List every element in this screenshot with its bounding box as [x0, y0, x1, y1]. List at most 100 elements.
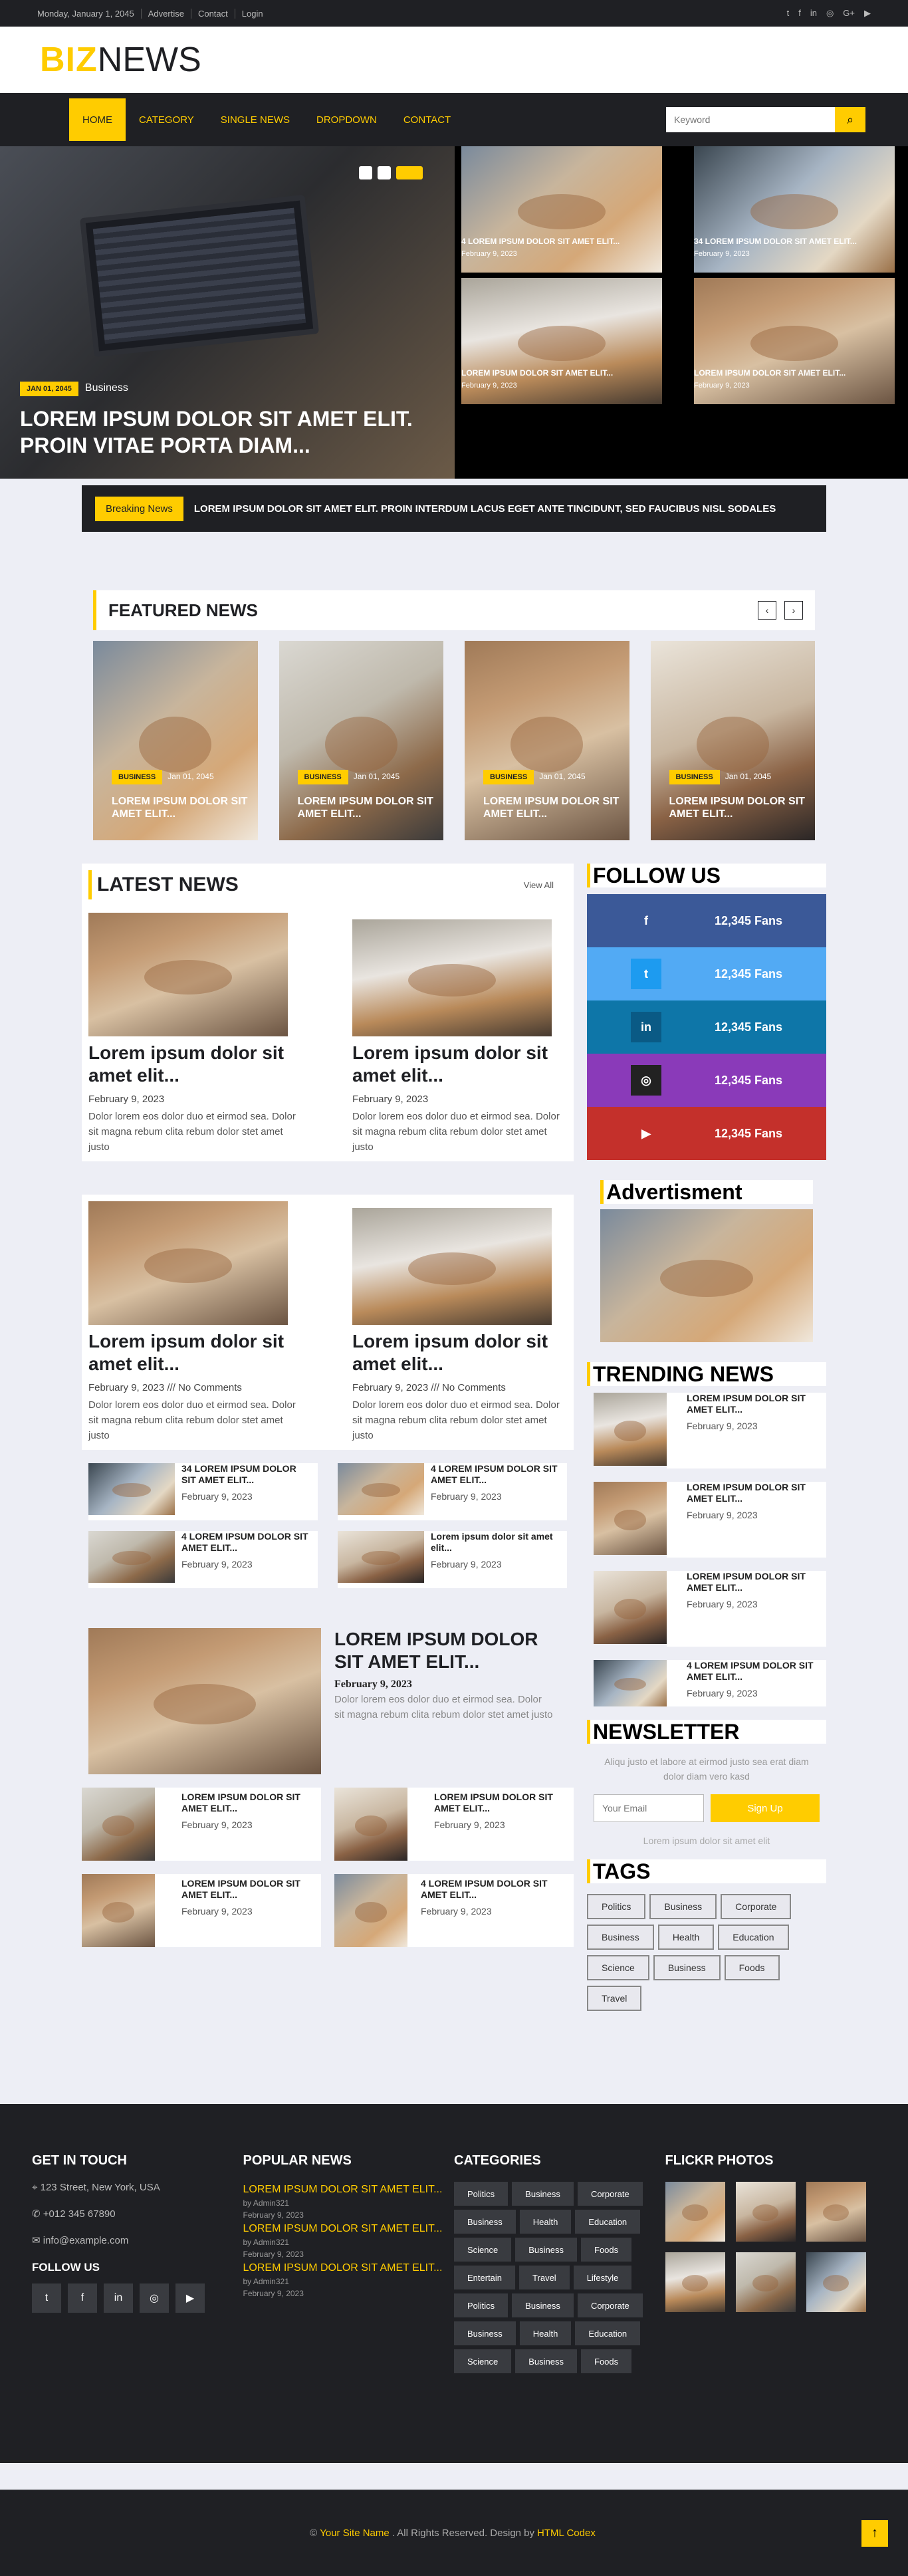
bottom-news-title[interactable]: 4 LOREM IPSUM DOLOR SIT AMET ELIT...	[421, 1878, 567, 1901]
category-item[interactable]: Business	[515, 2349, 577, 2373]
instagram-icon[interactable]: ◎	[826, 8, 834, 19]
trending-item-title[interactable]: LOREM IPSUM DOLOR SIT AMET ELIT...	[687, 1393, 826, 1415]
trending-item[interactable]: LOREM IPSUM DOLOR SIT AMET ELIT... Februa…	[594, 1571, 826, 1647]
follow-twitter[interactable]: t 12,345 Fans	[587, 947, 826, 1000]
flickr-photo[interactable]	[665, 2252, 725, 2312]
popular-item-title[interactable]: LOREM IPSUM DOLOR SIT AMET ELIT...	[243, 2221, 455, 2236]
logo-biz[interactable]: BIZ	[40, 40, 98, 80]
featured-badge[interactable]: BUSINESS	[669, 770, 720, 784]
view-all-link[interactable]: View All	[524, 880, 567, 890]
article-title[interactable]: Lorem ipsum dolor sit amet elit...	[88, 1330, 303, 1375]
logo-news[interactable]: NEWS	[98, 40, 201, 80]
featured-card[interactable]: BUSINESS Jan 01, 2045 LOREM IPSUM DOLOR SI…	[93, 641, 258, 840]
article-card[interactable]: Lorem ipsum dolor sit amet elit... Februa…	[88, 1201, 303, 1443]
tag-item[interactable]: Science	[587, 1955, 649, 1980]
hero-category[interactable]: Business	[85, 382, 128, 394]
category-item[interactable]: Health	[519, 2321, 572, 2345]
hero-tile-title[interactable]: Lorem ipsum dolor sit amet elit...	[461, 368, 658, 378]
category-item[interactable]: Business	[512, 2293, 574, 2317]
category-item[interactable]: Health	[519, 2210, 572, 2234]
small-news-item[interactable]: 4 LOREM IPSUM DOLOR SIT AMET ELIT... Febr…	[88, 1531, 318, 1588]
flickr-photo[interactable]	[806, 2252, 866, 2312]
bottom-news-item[interactable]: LOREM IPSUM DOLOR SIT AMET ELIT... Februa…	[82, 1788, 321, 1861]
chevron-right-icon[interactable]: ›	[784, 601, 803, 620]
article-title[interactable]: Lorem ipsum dolor sit amet elit...	[88, 1042, 303, 1087]
hero-tile-title[interactable]: Lorem ipsum dolor sit amet elit...	[694, 368, 891, 378]
category-item[interactable]: Travel	[519, 2266, 570, 2289]
bottom-news-item[interactable]: 4 LOREM IPSUM DOLOR SIT AMET ELIT... Febr…	[334, 1874, 574, 1947]
follow-youtube[interactable]: ▶ 12,345 Fans	[587, 1107, 826, 1160]
article-title[interactable]: Lorem ipsum dolor sit amet elit...	[352, 1330, 567, 1375]
hero-slide[interactable]: JAN 01, 2045 Business LOREM IPSUM DOLOR S…	[0, 146, 455, 479]
featured-badge[interactable]: BUSINESS	[297, 770, 348, 784]
category-item[interactable]: Science	[454, 2349, 512, 2373]
bottom-news-title[interactable]: LOREM IPSUM DOLOR SIT AMET ELIT...	[181, 1792, 314, 1814]
popular-item-title[interactable]: LOREM IPSUM DOLOR SIT AMET ELIT...	[243, 2182, 455, 2197]
carousel-dot-active[interactable]	[396, 166, 423, 179]
newsletter-email-input[interactable]	[594, 1794, 704, 1822]
nav-contact[interactable]: CONTACT	[390, 98, 464, 141]
instagram-icon[interactable]: ◎	[140, 2283, 169, 2313]
small-news-title[interactable]: 34 LOREM IPSUM DOLOR SIT AMET ELIT...	[181, 1463, 311, 1486]
featured-card-title[interactable]: LOREM IPSUM DOLOR SIT AMET ELIT...	[483, 795, 622, 820]
small-news-item[interactable]: 34 LOREM IPSUM DOLOR SIT AMET ELIT... Feb…	[88, 1463, 318, 1520]
tag-item[interactable]: Business	[587, 1925, 654, 1950]
featured-card[interactable]: BUSINESS Jan 01, 2045 LOREM IPSUM DOLOR SI…	[465, 641, 629, 840]
copyright-designer-link[interactable]: HTML Codex	[537, 2527, 596, 2539]
hero-tile[interactable]: 34 LOREM IPSUM DOLOR SIT AMET ELIT... Feb…	[694, 146, 895, 273]
bottom-news-title[interactable]: LOREM IPSUM DOLOR SIT AMET ELIT...	[181, 1878, 314, 1901]
big-news[interactable]: LOREM IPSUM DOLOR SIT AMET ELIT... Febru…	[82, 1628, 574, 1774]
article-title[interactable]: Lorem ipsum dolor sit amet elit...	[352, 1042, 567, 1087]
follow-facebook[interactable]: f 12,345 Fans	[587, 894, 826, 947]
category-item[interactable]: Business	[515, 2238, 577, 2262]
youtube-icon[interactable]: ▶	[864, 8, 871, 19]
trending-item-title[interactable]: LOREM IPSUM DOLOR SIT AMET ELIT...	[687, 1571, 826, 1593]
tag-item[interactable]: Education	[718, 1925, 789, 1950]
popular-item[interactable]: LOREM IPSUM DOLOR SIT AMET ELIT... by Adm…	[243, 2182, 455, 2221]
hero-tile[interactable]: Lorem ipsum dolor sit amet elit... Februa…	[461, 278, 662, 404]
popular-item-title[interactable]: LOREM IPSUM DOLOR SIT AMET ELIT...	[243, 2260, 455, 2276]
small-news-title[interactable]: 4 LOREM IPSUM DOLOR SIT AMET ELIT...	[431, 1463, 560, 1486]
category-item[interactable]: Education	[575, 2321, 641, 2345]
hero-tile[interactable]: 4 LOREM IPSUM DOLOR SIT AMET ELIT... Febr…	[461, 146, 662, 273]
hero-title[interactable]: LOREM IPSUM DOLOR SIT AMET ELIT. PROIN V…	[20, 406, 428, 459]
newsletter-signup-button[interactable]: Sign Up	[711, 1794, 820, 1822]
flickr-photo[interactable]	[735, 2252, 796, 2312]
category-item[interactable]: Business	[454, 2321, 516, 2345]
chevron-left-icon[interactable]: ‹	[758, 601, 776, 620]
search-button[interactable]: ⌕	[835, 107, 865, 132]
featured-card[interactable]: BUSINESS Jan 01, 2045 LOREM IPSUM DOLOR SI…	[650, 641, 815, 840]
topbar-link-contact[interactable]: Contact	[191, 8, 235, 19]
copyright-site-link[interactable]: Your Site Name	[320, 2527, 390, 2539]
popular-item[interactable]: LOREM IPSUM DOLOR SIT AMET ELIT... by Adm…	[243, 2221, 455, 2260]
footer-email-text[interactable]: info@example.com	[43, 2235, 129, 2246]
carousel-dot[interactable]	[378, 166, 391, 179]
featured-card[interactable]: BUSINESS Jan 01, 2045 LOREM IPSUM DOLOR SI…	[279, 641, 443, 840]
advert-image[interactable]	[600, 1209, 813, 1342]
nav-dropdown[interactable]: DROPDOWN	[303, 98, 390, 141]
category-item[interactable]: Politics	[454, 2293, 509, 2317]
article-card[interactable]: Lorem ipsum dolor sit amet elit... Februa…	[352, 913, 567, 1155]
big-news-title[interactable]: LOREM IPSUM DOLOR SIT AMET ELIT...	[334, 1628, 554, 1673]
tag-item[interactable]: Travel	[587, 1986, 642, 2011]
featured-badge[interactable]: BUSINESS	[483, 770, 534, 784]
flickr-photo[interactable]	[735, 2182, 796, 2242]
carousel-dot[interactable]	[359, 166, 372, 179]
twitter-icon[interactable]: t	[32, 2283, 61, 2313]
small-news-title[interactable]: 4 LOREM IPSUM DOLOR SIT AMET ELIT...	[181, 1531, 311, 1554]
category-item[interactable]: Entertain	[454, 2266, 516, 2289]
category-item[interactable]: Business	[512, 2182, 574, 2206]
tag-item[interactable]: Business	[653, 1955, 721, 1980]
flickr-photo[interactable]	[665, 2182, 725, 2242]
bottom-news-item[interactable]: LOREM IPSUM DOLOR SIT AMET ELIT... Februa…	[82, 1874, 321, 1947]
trending-item-title[interactable]: 4 LOREM IPSUM DOLOR SIT AMET ELIT...	[687, 1660, 826, 1683]
featured-badge[interactable]: BUSINESS	[112, 770, 163, 784]
small-news-item[interactable]: Lorem ipsum dolor sit amet elit... Februa…	[338, 1531, 567, 1588]
trending-item[interactable]: 4 LOREM IPSUM DOLOR SIT AMET ELIT... Febr…	[594, 1660, 826, 1706]
facebook-icon[interactable]: f	[68, 2283, 97, 2313]
topbar-link-advertise[interactable]: Advertise	[142, 8, 191, 19]
nav-home[interactable]: HOME	[69, 98, 126, 141]
youtube-icon[interactable]: ▶	[175, 2283, 205, 2313]
tag-item[interactable]: Business	[649, 1894, 717, 1919]
hero-tile[interactable]: Lorem ipsum dolor sit amet elit... Februa…	[694, 278, 895, 404]
